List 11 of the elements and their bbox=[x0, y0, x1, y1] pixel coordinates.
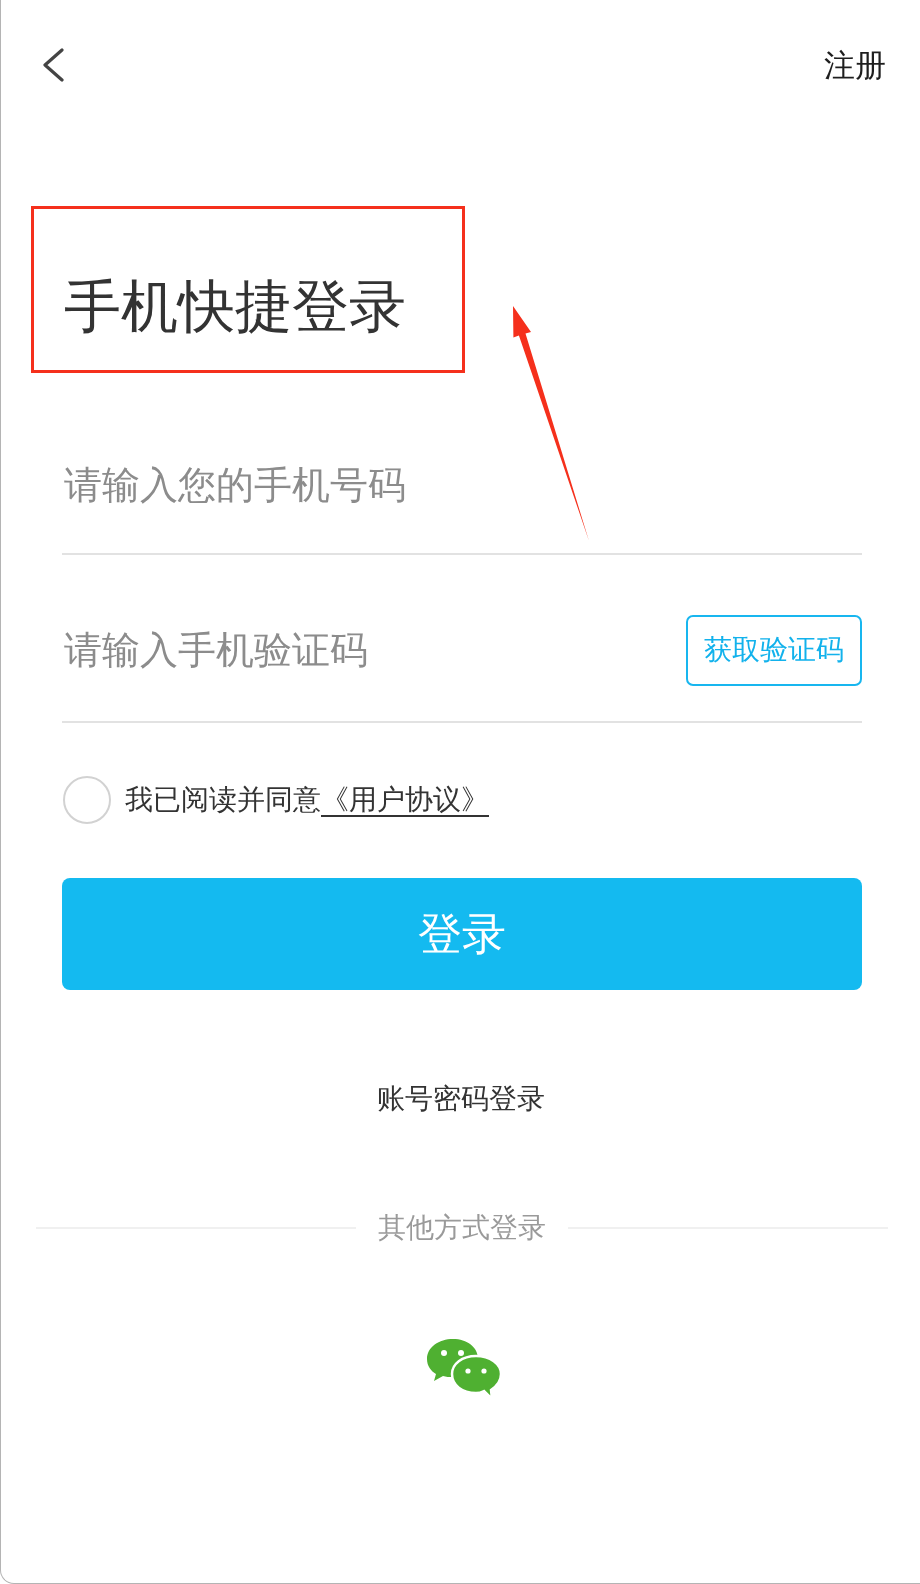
page-title: 手机快捷登录 bbox=[64, 272, 407, 341]
user-agreement-link[interactable]: 《用户协议》 bbox=[321, 783, 499, 816]
phone-input-field[interactable]: 请输入您的手机号码 bbox=[62, 455, 862, 555]
chat-bubbles-icon[interactable] bbox=[426, 1339, 501, 1399]
register-button[interactable]: 注册 bbox=[824, 45, 886, 85]
other-login-label: 其他方式登录 bbox=[378, 1210, 546, 1246]
agree-checkbox[interactable] bbox=[63, 776, 111, 824]
code-input-field[interactable]: 请输入手机验证码 bbox=[62, 620, 686, 680]
password-login-link[interactable]: 账号密码登录 bbox=[376, 1079, 545, 1119]
agreement-text: 我已阅读并同意《用户协议》 bbox=[125, 780, 499, 820]
back-icon[interactable] bbox=[41, 48, 65, 82]
